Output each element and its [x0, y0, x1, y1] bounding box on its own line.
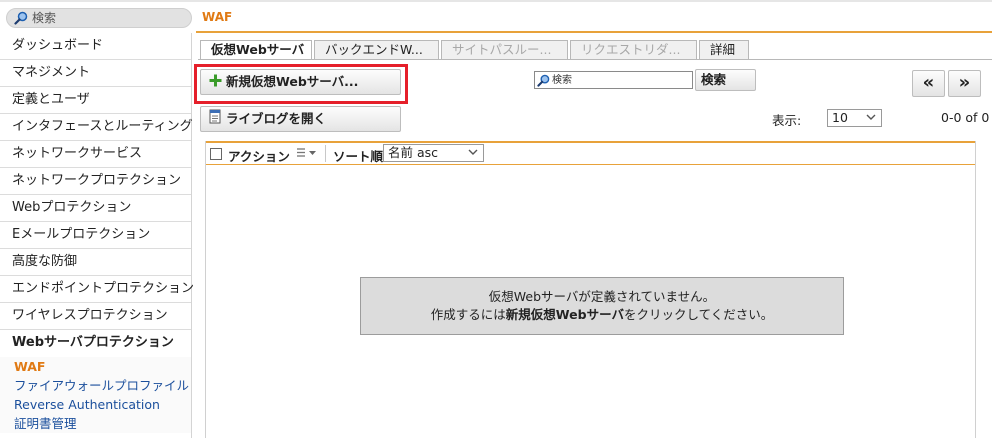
sidebar-item-network-protection[interactable]: ネットワークプロテクション: [0, 168, 191, 195]
sidebar-item-management[interactable]: マネジメント: [0, 60, 191, 87]
log-document-icon: [209, 108, 222, 132]
sort-label: ソート順:: [333, 149, 388, 164]
paging-info: 0-0 of 0: [941, 110, 990, 125]
tab-virtual-webservers[interactable]: 仮想Webサーバ: [200, 40, 312, 60]
page-title: WAF: [202, 10, 233, 24]
empty-message-post: をクリックしてください。: [623, 307, 774, 322]
sidebar: ダッシュボード マネジメント 定義とユーザ インタフェースとルーティング ネット…: [0, 33, 194, 438]
sidebar-item-advanced-protection[interactable]: 高度な防御: [0, 249, 191, 276]
sidebar-item-webserver-protection[interactable]: Webサーバプロテクション: [0, 330, 191, 357]
sidebar-item-email-protection[interactable]: Eメールプロテクション: [0, 222, 191, 249]
sidebar-item-definitions-users[interactable]: 定義とユーザ: [0, 87, 191, 114]
chevron-down-icon: [866, 111, 876, 127]
sidebar-item-interfaces-routing[interactable]: インタフェースとルーティング: [0, 114, 193, 141]
subnav-item-waf[interactable]: WAF: [14, 357, 191, 376]
tab-site-path-routing[interactable]: サイトパスルー...: [441, 40, 568, 59]
list-header: アクション ソート順: 名前 asc: [206, 141, 975, 165]
action-label: アクション: [228, 149, 290, 164]
chevron-down-icon: [468, 146, 478, 162]
display-count-select[interactable]: 10: [827, 109, 882, 127]
highlight-box: [194, 64, 408, 104]
next-page-button[interactable]: »: [948, 70, 981, 97]
sidebar-item-endpoint-protection[interactable]: エンドポイントプロテクション: [0, 276, 194, 303]
tab-advanced[interactable]: 詳細: [699, 40, 749, 59]
search-button[interactable]: 検索: [695, 69, 756, 91]
empty-list-message: 仮想Webサーバが定義されていません。 作成するには新規仮想Webサーバをクリッ…: [360, 277, 844, 335]
header-separator: [325, 145, 326, 162]
sidebar-subnav: WAF ファイアウォールプロファイル Reverse Authenticatio…: [0, 357, 191, 433]
subnav-item-certificate-management[interactable]: 証明書管理: [14, 414, 191, 433]
display-label: 表示:: [772, 113, 802, 128]
empty-message-pre: 作成するには: [430, 307, 506, 322]
title-underline: [196, 31, 992, 33]
open-livelog-label: ライブログを開く: [226, 111, 327, 126]
empty-message-line2: 作成するには新規仮想Webサーバをクリックしてください。: [361, 306, 843, 324]
sidebar-item-web-protection[interactable]: Webプロテクション: [0, 195, 191, 222]
sidebar-item-dashboard[interactable]: ダッシュボード: [0, 33, 191, 60]
empty-message-bold: 新規仮想Webサーバ: [505, 307, 624, 322]
action-menu-icon[interactable]: [296, 146, 318, 163]
select-all-checkbox[interactable]: [210, 148, 222, 160]
empty-message-line1: 仮想Webサーバが定義されていません。: [488, 289, 716, 304]
subnav-item-firewall-profiles[interactable]: ファイアウォールプロファイル: [14, 376, 191, 395]
first-page-button[interactable]: «: [912, 70, 945, 97]
list-search[interactable]: [534, 71, 693, 89]
sort-order-value: 名前 asc: [388, 145, 439, 160]
search-icon: [14, 11, 28, 29]
list-search-input[interactable]: [552, 73, 688, 87]
global-search[interactable]: [6, 8, 192, 28]
display-count-value: 10: [832, 110, 848, 125]
search-icon: [537, 74, 550, 91]
sidebar-item-network-services[interactable]: ネットワークサービス: [0, 141, 191, 168]
subnav-item-reverse-authentication[interactable]: Reverse Authentication: [14, 395, 191, 414]
tab-request-redirection[interactable]: リクエストリダ...: [570, 40, 697, 59]
tab-backend-webservers[interactable]: バックエンドW...: [314, 40, 439, 59]
sort-order-select[interactable]: 名前 asc: [383, 144, 484, 162]
sidebar-item-wireless-protection[interactable]: ワイヤレスプロテクション: [0, 303, 191, 330]
global-search-input[interactable]: [32, 10, 182, 26]
top-bar: WAF: [0, 0, 992, 33]
tab-baseline: [198, 59, 992, 60]
open-livelog-button[interactable]: ライブログを開く: [200, 106, 401, 132]
